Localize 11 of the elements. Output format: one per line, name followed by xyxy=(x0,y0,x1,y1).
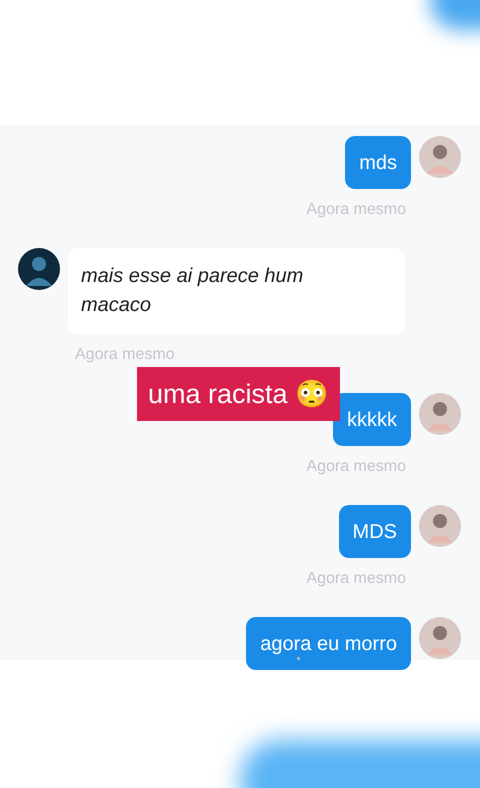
sent-message-bubble: kkkkk xyxy=(333,393,411,446)
avatar-icon xyxy=(419,393,461,435)
avatar-icon xyxy=(419,136,461,178)
caption-overlay: uma racista 😳 xyxy=(137,367,340,421)
avatar-icon xyxy=(419,505,461,547)
sent-message-bubble: mds xyxy=(345,136,411,189)
sent-message-bubble: MDS xyxy=(338,505,411,558)
avatar-icon xyxy=(18,248,60,290)
received-message-bubble: mais esse ai parece hum macaco xyxy=(68,248,405,334)
avatar-icon xyxy=(419,617,461,659)
sent-message-bubble: agora eu morro xyxy=(246,617,411,670)
